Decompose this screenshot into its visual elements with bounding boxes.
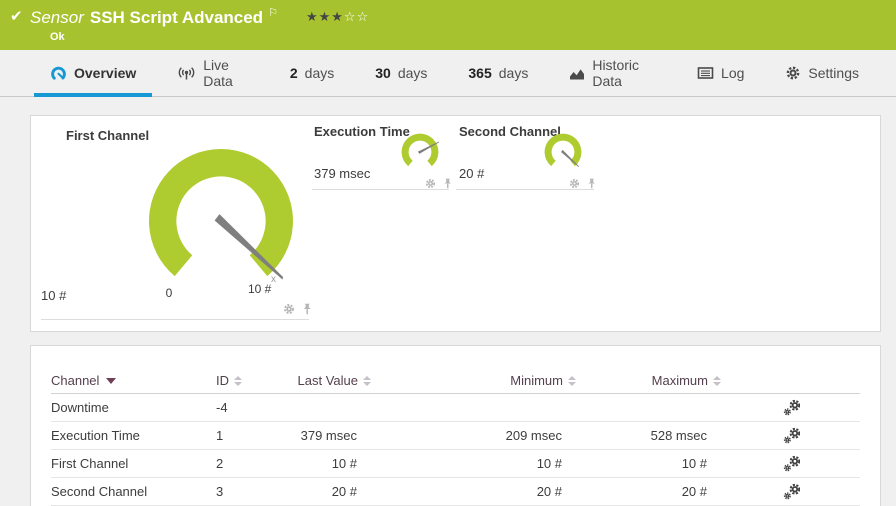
- channel-id: 3: [216, 484, 224, 499]
- channel-last-value: 20 #: [331, 484, 357, 499]
- channel-last-value: 10 #: [331, 456, 357, 471]
- tab-historic-data[interactable]: Historic Data: [565, 50, 660, 96]
- log-icon: [697, 66, 714, 80]
- channel-maximum: 10 #: [681, 456, 707, 471]
- gear-icon: [785, 65, 801, 81]
- table-row: Execution Time 1 379 msec 209 msec 528 m…: [51, 422, 860, 450]
- tab-label: Overview: [74, 65, 137, 81]
- flag-icon[interactable]: ⚐: [268, 4, 278, 23]
- priority-stars-empty: ☆☆: [343, 9, 370, 24]
- priority-stars[interactable]: ★★★☆☆: [306, 7, 369, 26]
- gauge-ring: [149, 149, 293, 277]
- channel-minimum: 20 #: [536, 484, 562, 499]
- sort-desc-icon: [106, 377, 117, 384]
- tab-2-days[interactable]: 2 days: [286, 50, 338, 96]
- column-header-maximum[interactable]: Maximum: [576, 373, 721, 388]
- channel-id: 1: [216, 428, 224, 443]
- channel-name: Execution Time: [51, 428, 140, 443]
- gear-pair-icon[interactable]: [783, 455, 800, 472]
- tab-overview[interactable]: Overview: [33, 50, 153, 97]
- channel-id: -4: [216, 400, 228, 415]
- tab-30-days[interactable]: 30 days: [371, 50, 431, 96]
- column-header-minimum[interactable]: Minimum: [371, 373, 576, 388]
- gauge-needle-tip-marker: x: [271, 274, 276, 285]
- tab-log[interactable]: Log: [693, 50, 748, 96]
- table-row: First Channel 2 10 # 10 # 10 #: [51, 450, 860, 478]
- gauge-title-execution-time: Execution Time: [314, 124, 410, 139]
- execution-time-gauge: [401, 133, 440, 167]
- sensor-kind-label: Sensor: [30, 8, 84, 27]
- tab-live-data[interactable]: Live Data: [173, 50, 253, 96]
- tab-settings[interactable]: Settings: [781, 50, 863, 96]
- sort-both-icon: [568, 375, 576, 386]
- sort-both-icon: [363, 375, 371, 386]
- status-badge: Ok: [50, 31, 65, 43]
- channel-minimum: 10 #: [536, 456, 562, 471]
- channels-panel: Channel ID Last Value Minimum Maximum Do…: [30, 345, 881, 506]
- gear-pair-icon[interactable]: [783, 483, 800, 500]
- tab-label: Log: [721, 65, 745, 81]
- area-chart-icon: [569, 66, 585, 81]
- channel-name: Downtime: [51, 400, 109, 415]
- tab-label: Live Data: [203, 57, 233, 89]
- broadcast-icon: [177, 66, 196, 81]
- sensor-status-bar: ✔ Sensor SSH Script Advanced ⚐ ★★★☆☆ Ok: [0, 0, 896, 50]
- gauge-divider: [312, 189, 449, 190]
- gear-pair-icon[interactable]: [783, 399, 800, 416]
- gauge-value-first-channel: 10 #: [41, 288, 67, 303]
- gauge-ring: [401, 133, 439, 167]
- gauge-pin-icon[interactable]: [301, 302, 314, 320]
- gauge-value-execution-time: 379 msec: [314, 166, 371, 181]
- gauge-icon: [50, 65, 67, 82]
- channel-name: First Channel: [51, 456, 129, 471]
- table-row: Downtime -4: [51, 394, 860, 422]
- gauge-settings-gear-icon[interactable]: [425, 176, 436, 194]
- table-row: Second Channel 3 20 # 20 # 20 #: [51, 478, 860, 506]
- ok-check-icon: ✔: [10, 8, 23, 25]
- gauge-scale-max: 10 #: [248, 282, 272, 296]
- gauge-pin-icon[interactable]: [442, 176, 454, 194]
- second-channel-gauge: [544, 133, 582, 168]
- gauge-settings-gear-icon[interactable]: [569, 176, 580, 194]
- first-channel-gauge: [149, 149, 293, 280]
- gauge-settings-gear-icon[interactable]: [283, 302, 295, 320]
- gear-pair-icon[interactable]: [783, 427, 800, 444]
- gauge-pin-icon[interactable]: [586, 176, 598, 194]
- gauge-scale-min: 0: [165, 286, 173, 300]
- gauge-divider: [456, 189, 594, 190]
- tab-label: days: [397, 65, 428, 81]
- channels-table: Channel ID Last Value Minimum Maximum Do…: [31, 346, 880, 506]
- channel-maximum: 20 #: [681, 484, 707, 499]
- channel-id: 2: [216, 456, 224, 471]
- channel-name: Second Channel: [51, 484, 148, 499]
- sensor-title: SSH Script Advanced: [89, 8, 264, 27]
- tab-label: Historic Data: [592, 57, 639, 89]
- sort-both-icon: [713, 375, 721, 386]
- column-header-last-value[interactable]: Last Value: [276, 373, 371, 388]
- table-header-row: Channel ID Last Value Minimum Maximum: [51, 368, 860, 394]
- tab-bar: Overview Live Data 2 days 30 days 365 da…: [0, 50, 896, 97]
- priority-stars-filled: ★★★: [305, 9, 344, 24]
- tab-365-days[interactable]: 365 days: [464, 50, 532, 96]
- tab-label: Settings: [808, 65, 859, 81]
- channel-maximum: 528 msec: [650, 428, 707, 443]
- tab-number: 30: [375, 65, 391, 81]
- gauges-panel: First Channel x 0 10 # 10 # Execution Ti…: [30, 115, 881, 332]
- channel-minimum: 209 msec: [505, 428, 562, 443]
- gauge-value-second-channel: 20 #: [459, 166, 485, 181]
- sort-both-icon: [234, 375, 242, 386]
- tab-number: 365: [468, 65, 492, 81]
- gauge-ring: [544, 133, 582, 167]
- channel-last-value: 379 msec: [300, 428, 357, 443]
- tab-label: days: [498, 65, 529, 81]
- tab-number: 2: [289, 65, 298, 81]
- column-header-channel[interactable]: Channel: [51, 373, 216, 388]
- tab-label: days: [304, 65, 335, 81]
- gauge-divider: [41, 319, 309, 320]
- column-header-id[interactable]: ID: [216, 373, 276, 388]
